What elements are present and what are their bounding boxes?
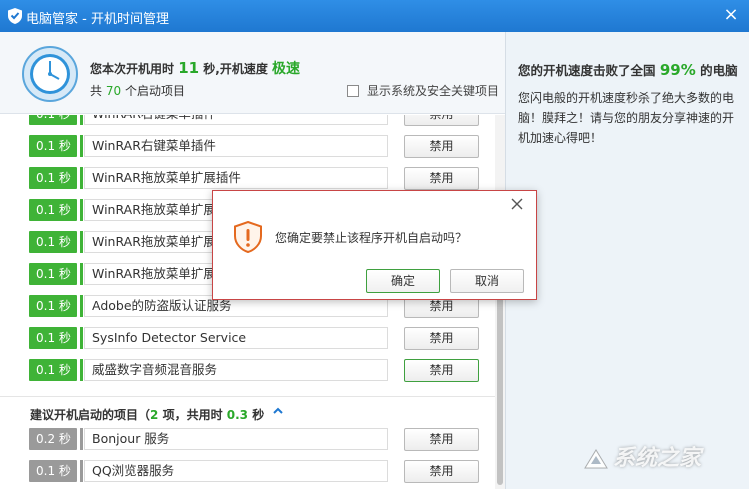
startup-time-badge: 0.1 秒 bbox=[29, 295, 83, 317]
startup-time-badge: 0.1 秒 bbox=[29, 199, 83, 221]
disable-button[interactable]: 禁用 bbox=[404, 327, 479, 350]
suggested-mid: 项，共用时 bbox=[162, 408, 223, 422]
startup-time-badge: 0.1 秒 bbox=[29, 167, 83, 189]
suggested-section-label: 建议开机启动的项目（2 项，共用时 0.3 秒 bbox=[30, 406, 264, 423]
startup-time-badge: 0.2 秒 bbox=[29, 428, 83, 450]
suggested-suffix: 秒 bbox=[252, 408, 265, 422]
suggested-items-section-header[interactable]: 建议开机启动的项目（2 项，共用时 0.3 秒 bbox=[0, 396, 495, 428]
confirm-disable-dialog: 您确定要禁止该程序开机自启动吗？ 确定 取消 bbox=[212, 190, 537, 300]
scrollbar-thumb[interactable] bbox=[497, 295, 503, 485]
startup-time-badge: 0.1 秒 bbox=[29, 115, 83, 125]
boot-seconds: 11 bbox=[178, 59, 200, 77]
show-system-items-checkbox[interactable]: 显示系统及安全关键项目 bbox=[347, 82, 499, 99]
rank-prefix: 您的开机速度击败了全国 bbox=[518, 63, 656, 78]
list-item: 0.1 秒 威盛数字音频混音服务 禁用 bbox=[0, 356, 495, 388]
close-icon[interactable] bbox=[508, 195, 526, 213]
startup-time-badge: 0.1 秒 bbox=[29, 327, 83, 349]
boot-speed-label: 极速 bbox=[272, 61, 301, 77]
startup-item-name: QQ浏览器服务 bbox=[84, 460, 388, 482]
startup-item-name: WinRAR拖放菜单扩展插件 bbox=[84, 167, 388, 189]
shield-logo-icon bbox=[8, 8, 22, 24]
boot-time-summary: 您本次开机用时 11 秒,开机速度 极速 bbox=[90, 58, 300, 78]
disable-button[interactable]: 禁用 bbox=[404, 115, 479, 126]
boot-summary-header: 您本次开机用时 11 秒,开机速度 极速 共 70 个启动项目 显示系统及安全关… bbox=[0, 32, 505, 114]
cancel-button[interactable]: 取消 bbox=[450, 269, 524, 293]
speed-rank-message: 您闪电般的开机速度秒杀了绝大多数的电脑！膜拜之！请与您的朋友分享神速的开机加速心… bbox=[518, 91, 735, 145]
startup-count-prefix: 共 bbox=[90, 84, 103, 98]
list-item: 0.1 秒 WinRAR右键菜单插件 禁用 bbox=[0, 115, 495, 132]
watermark-text: 系统之家 bbox=[613, 446, 702, 471]
startup-item-name: 威盛数字音频混音服务 bbox=[84, 359, 388, 381]
warning-shield-icon bbox=[234, 221, 262, 253]
title-bar: 电脑管家 - 开机时间管理 × bbox=[0, 0, 749, 32]
clock-icon bbox=[22, 46, 78, 102]
disable-button[interactable]: 禁用 bbox=[404, 135, 479, 158]
boot-time-prefix: 您本次开机用时 bbox=[90, 62, 175, 76]
show-system-items-label: 显示系统及安全关键项目 bbox=[367, 84, 500, 98]
list-item: 0.2 秒 Bonjour 服务 禁用 bbox=[0, 425, 495, 457]
list-item: 0.1 秒 WinRAR右键菜单插件 禁用 bbox=[0, 132, 495, 164]
suggested-prefix: 建议开机启动的项目（ bbox=[30, 408, 151, 422]
confirm-message: 您确定要禁止该程序开机自启动吗？ bbox=[275, 231, 468, 245]
speed-rank-panel: 您的开机速度击败了全国 99% 的电脑 您闪电般的开机速度秒杀了绝大多数的电脑！… bbox=[505, 32, 749, 489]
window-title: 电脑管家 - 开机时间管理 bbox=[26, 12, 169, 27]
startup-time-badge: 0.1 秒 bbox=[29, 231, 83, 253]
startup-count: 70 bbox=[105, 84, 122, 98]
startup-item-name: WinRAR右键菜单插件 bbox=[84, 115, 388, 125]
speed-rank-title: 您的开机速度击败了全国 99% 的电脑 bbox=[518, 60, 738, 79]
list-item: 0.1 秒 SysInfo Detector Service 禁用 bbox=[0, 324, 495, 356]
chevron-up-icon[interactable] bbox=[272, 405, 284, 417]
startup-items-list: 0.1 秒 WinRAR右键菜单插件 禁用 0.1 秒 WinRAR右键菜单插件… bbox=[0, 115, 495, 489]
boot-time-mid: 秒,开机速度 bbox=[203, 62, 268, 76]
startup-time-badge: 0.1 秒 bbox=[29, 135, 83, 157]
disable-button[interactable]: 禁用 bbox=[404, 359, 479, 382]
startup-time-badge: 0.1 秒 bbox=[29, 359, 83, 381]
checkbox-box[interactable] bbox=[347, 84, 359, 97]
startup-item-name: Bonjour 服务 bbox=[84, 428, 388, 450]
disable-button[interactable]: 禁用 bbox=[404, 428, 479, 451]
startup-count-summary: 共 70 个启动项目 bbox=[90, 82, 185, 99]
rank-percent: 99% bbox=[659, 61, 696, 79]
suggested-time: 0.3 bbox=[226, 408, 249, 422]
disable-button[interactable]: 禁用 bbox=[404, 460, 479, 483]
startup-time-badge: 0.1 秒 bbox=[29, 460, 83, 482]
disable-button[interactable]: 禁用 bbox=[404, 167, 479, 190]
window-close-button[interactable]: × bbox=[721, 5, 741, 25]
site-watermark: 系统之家 bbox=[583, 440, 701, 472]
startup-item-name: WinRAR右键菜单插件 bbox=[84, 135, 388, 157]
suggested-count: 2 bbox=[150, 408, 159, 422]
list-item: 0.1 秒 QQ浏览器服务 禁用 bbox=[0, 457, 495, 489]
startup-count-suffix: 个启动项目 bbox=[124, 84, 185, 98]
watermark-logo-icon bbox=[584, 449, 608, 469]
confirm-button[interactable]: 确定 bbox=[366, 269, 440, 293]
rank-suffix: 的电脑 bbox=[700, 63, 738, 78]
startup-time-badge: 0.1 秒 bbox=[29, 263, 83, 285]
startup-item-name: SysInfo Detector Service bbox=[84, 327, 388, 349]
